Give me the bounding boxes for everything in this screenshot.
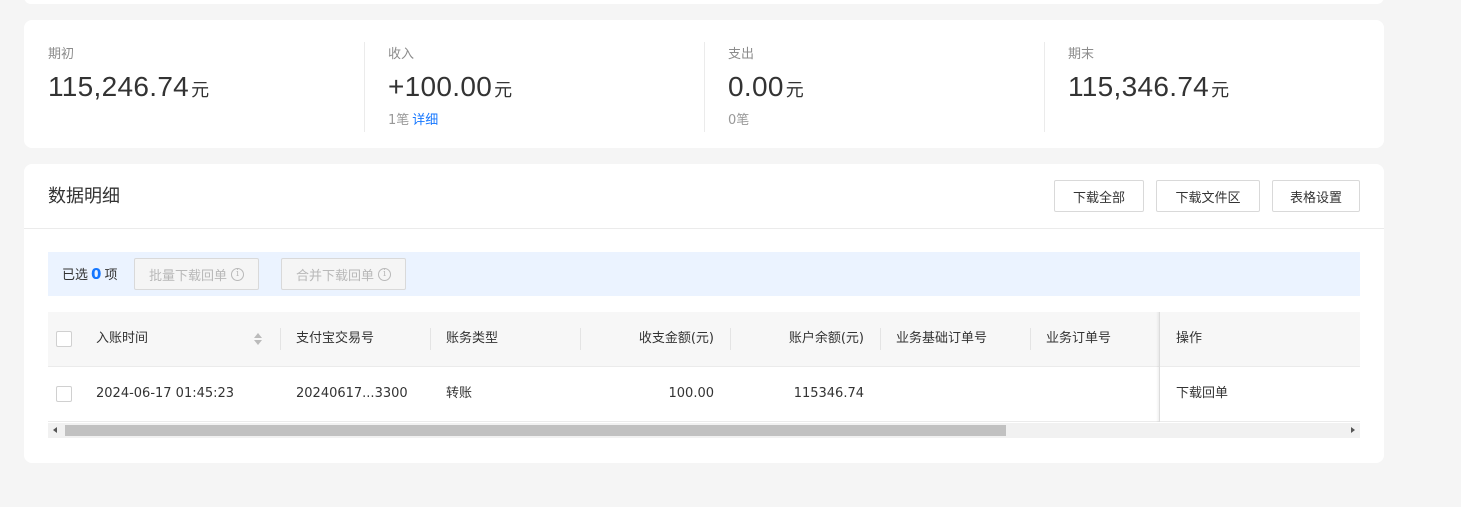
summary-opening: 期初 115,246.74 元 — [24, 20, 364, 148]
opening-amount: 115,246.74 — [48, 71, 190, 102]
col-base-order-header: 业务基础订单号 — [896, 331, 988, 346]
col-trade-no-header: 支付宝交易号 — [296, 331, 375, 346]
closing-unit: 元 — [1211, 80, 1230, 101]
closing-amount: 115,346.74 — [1068, 71, 1210, 102]
expense-count: 0笔 — [728, 113, 750, 128]
selection-text: 已选 0 项 — [62, 265, 117, 285]
cell-amount: 100.00 — [668, 386, 715, 401]
arrow-left-icon[interactable] — [53, 427, 57, 433]
horizontal-scrollbar[interactable] — [48, 423, 1360, 438]
income-value: +100.00 元 — [388, 71, 704, 103]
selection-bar: 已选 0 项 批量下载回单 i 合并下载回单 i — [48, 252, 1360, 296]
col-time-header[interactable]: 入账时间 — [96, 312, 148, 366]
expense-unit: 元 — [785, 80, 804, 101]
batch-download-label: 批量下载回单 — [149, 268, 228, 284]
cell-balance: 115346.74 — [793, 386, 864, 401]
info-icon: i — [231, 267, 245, 281]
select-all-checkbox[interactable] — [56, 331, 72, 347]
download-receipt-link[interactable]: 下载回单 — [1176, 367, 1228, 421]
expense-amount: 0.00 — [728, 71, 784, 102]
table-settings-button[interactable]: 表格设置 — [1272, 180, 1360, 212]
data-table: 入账时间 支付宝交易号 账务类型 收支金额(元) 账户余额(元) 业务基础订单号… — [48, 312, 1360, 438]
col-type-header: 账务类型 — [446, 331, 499, 346]
batch-download-button[interactable]: 批量下载回单 i — [134, 258, 260, 290]
previous-card-edge — [24, 0, 1384, 4]
income-sub: 1笔 详细 — [388, 112, 704, 130]
cell-type: 转账 — [446, 386, 473, 401]
row-checkbox[interactable] — [56, 386, 72, 402]
expense-value: 0.00 元 — [728, 71, 1044, 103]
cell-trade-no: 20240617...3300 — [296, 386, 408, 401]
col-order-header: 业务订单号 — [1046, 331, 1112, 346]
selection-count: 0 — [91, 265, 102, 283]
selection-prefix: 已选 — [62, 268, 89, 283]
closing-value: 115,346.74 元 — [1068, 71, 1384, 103]
fixed-column-border — [1159, 312, 1160, 422]
sort-icon[interactable] — [254, 333, 262, 345]
opening-value: 115,246.74 元 — [48, 71, 364, 103]
opening-label: 期初 — [48, 47, 75, 62]
column-divider[interactable] — [280, 328, 281, 350]
summary-expense: 支出 0.00 元 0笔 — [704, 20, 1044, 148]
income-unit: 元 — [494, 80, 513, 101]
income-detail-link[interactable]: 详细 — [412, 113, 438, 128]
detail-title: 数据明细 — [48, 186, 120, 207]
col-amount-header: 收支金额(元) — [638, 331, 714, 346]
col-action-header: 操作 — [1176, 331, 1203, 346]
summary-closing: 期末 115,346.74 元 — [1044, 20, 1384, 148]
detail-header: 数据明细 下载全部 下载文件区 表格设置 — [24, 164, 1384, 229]
expense-label: 支出 — [728, 47, 755, 62]
merge-download-label: 合并下载回单 — [296, 268, 375, 284]
income-label: 收入 — [388, 47, 415, 62]
selection-suffix: 项 — [104, 268, 118, 283]
download-area-button[interactable]: 下载文件区 — [1156, 180, 1260, 212]
arrow-right-icon[interactable] — [1351, 427, 1355, 433]
column-divider[interactable] — [880, 328, 881, 350]
opening-unit: 元 — [191, 80, 210, 101]
summary-card: 期初 115,246.74 元 收入 +100.00 元 1笔 详细 支出 0.0… — [24, 20, 1384, 148]
col-balance-header: 账户余额(元) — [788, 331, 864, 346]
scrollbar-thumb[interactable] — [65, 425, 1006, 436]
summary-income: 收入 +100.00 元 1笔 详细 — [364, 20, 704, 148]
detail-card: 数据明细 下载全部 下载文件区 表格设置 已选 0 项 批量下载回单 i 合并下载回… — [24, 164, 1384, 463]
cell-time: 2024-06-17 01:45:23 — [96, 386, 235, 401]
info-icon: i — [378, 267, 392, 281]
table-row: 2024-06-17 01:45:23 20240617...3300 转账 1… — [48, 367, 1360, 422]
closing-label: 期末 — [1068, 47, 1095, 62]
income-amount: +100.00 — [388, 71, 493, 102]
column-divider[interactable] — [430, 328, 431, 350]
expense-sub: 0笔 — [728, 112, 1044, 130]
download-all-button[interactable]: 下载全部 — [1054, 180, 1144, 212]
income-count: 1笔 — [388, 113, 410, 128]
merge-download-button[interactable]: 合并下载回单 i — [281, 258, 407, 290]
column-divider[interactable] — [1030, 328, 1031, 350]
table-header: 入账时间 支付宝交易号 账务类型 收支金额(元) 账户余额(元) 业务基础订单号… — [48, 312, 1360, 367]
